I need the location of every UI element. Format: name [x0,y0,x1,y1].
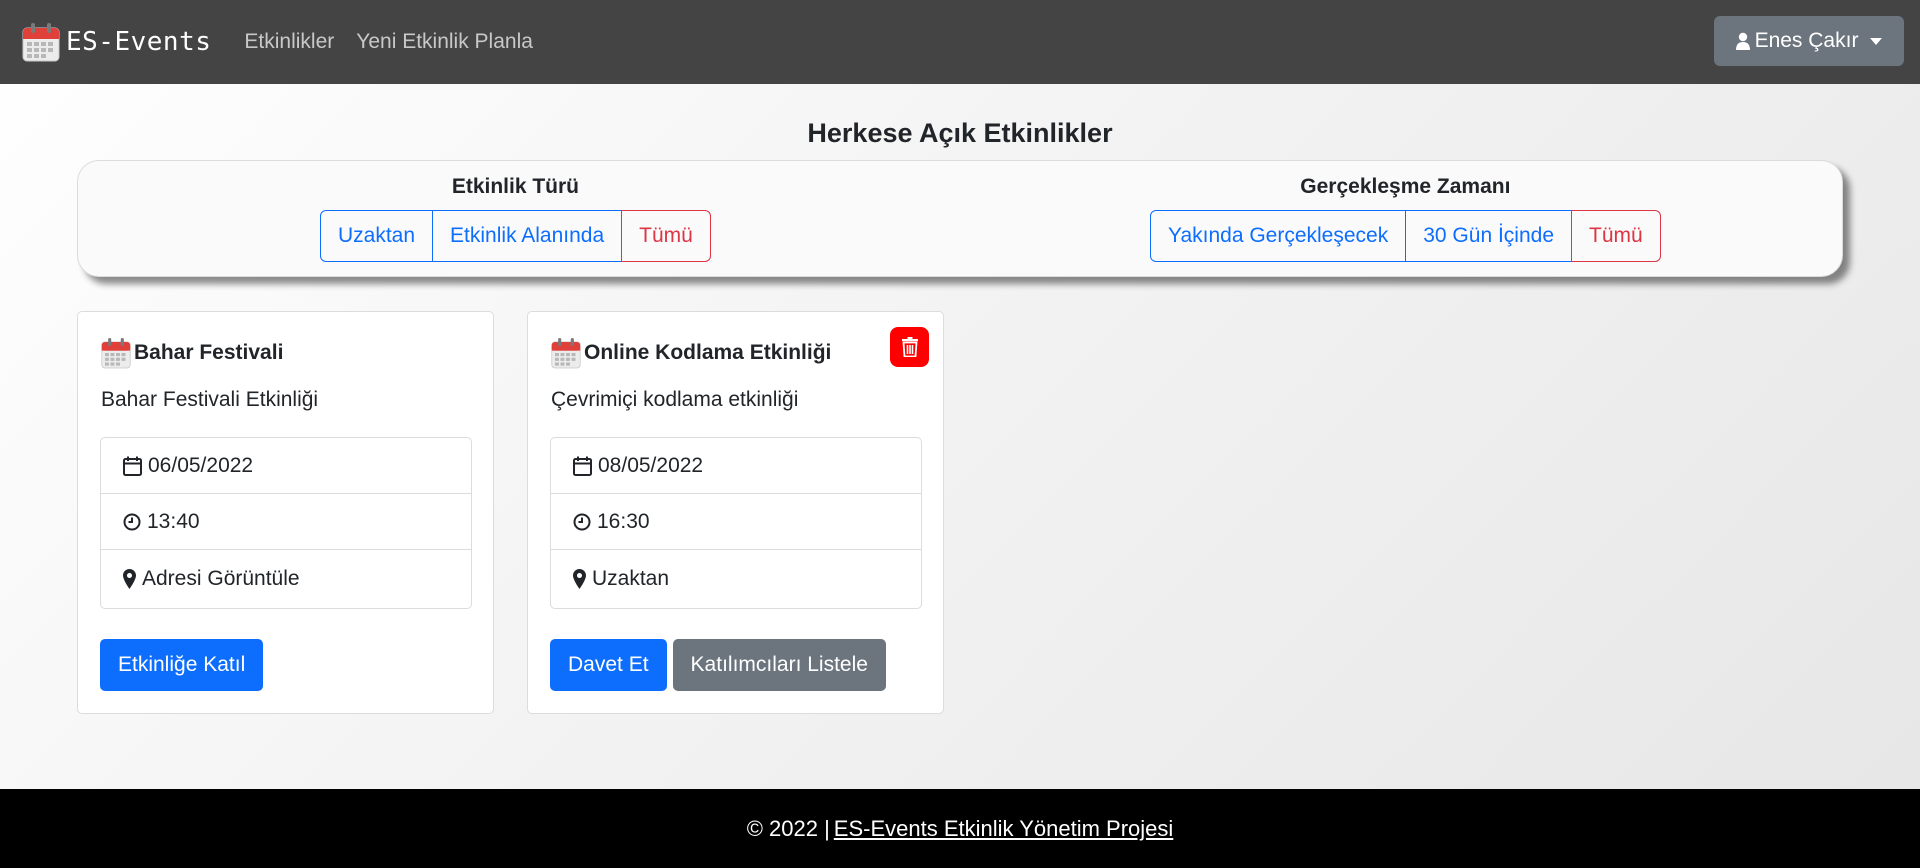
page-title: Herkese Açık Etkinlikler [807,118,1113,148]
card-header: Online Kodlama Etkinliği [551,337,831,369]
event-date: 08/05/2022 [598,453,704,477]
event-time-label: Gerçekleşme Zamanı [1300,175,1511,198]
list-participants-button[interactable]: Katılımcıları Listele [672,639,886,691]
join-event-button[interactable]: Etkinliğe Katıl [100,639,264,691]
event-time-row: 13:40 [101,494,471,550]
footer-project-link[interactable]: ES-Events Etkinlik Yönetim Projesi [834,816,1174,842]
map-marker-icon [573,569,586,589]
user-name: Enes Çakır [1754,29,1859,52]
event-description: Çevrimiçi kodlama etkinliği [551,388,799,411]
filter-onsite-button[interactable]: Etkinlik Alanında [432,210,623,262]
event-info-list: 08/05/2022 16:30 Uzaktan [550,437,922,609]
clock-icon [573,513,591,530]
event-location: Uzaktan [592,567,670,590]
event-location-row: Uzaktan [551,550,921,608]
event-date: 06/05/2022 [148,453,254,477]
calendar-logo-icon [22,23,60,62]
event-type-button-group: Uzaktan Etkinlik Alanında Tümü [320,210,711,262]
navbar: ES-Events Etkinlikler Yeni Etkinlik Plan… [0,0,1920,84]
event-card: Online Kodlama Etkinliği Çevrimiçi kodla… [527,311,944,714]
filter-time-all-button[interactable]: Tümü [1571,210,1661,262]
map-marker-icon [123,569,136,589]
event-date-row: 08/05/2022 [551,438,921,494]
nav-link-events[interactable]: Etkinlikler [244,30,334,54]
nav-link-new-event[interactable]: Yeni Etkinlik Planla [356,30,533,54]
filter-panel: Etkinlik Türü Uzaktan Etkinlik Alanında … [77,160,1843,277]
event-date-row: 06/05/2022 [101,438,471,494]
filter-type-all-button[interactable]: Tümü [621,210,711,262]
user-menu-button[interactable]: Enes Çakır [1714,16,1904,66]
event-location[interactable]: Adresi Görüntüle [142,567,300,591]
footer-copyright: © 2022 | [746,815,830,841]
event-type-label: Etkinlik Türü [451,175,580,198]
card-header: Bahar Festivali [101,337,283,369]
invite-button[interactable]: Davet Et [550,639,667,691]
card-actions: Davet Et Katılımcıları Listele [550,639,886,691]
brand-link[interactable]: ES-Events [22,22,211,62]
event-time-row: 16:30 [551,494,921,550]
trash-icon [901,337,918,357]
calendar-outline-icon [123,456,142,476]
event-type-filter: Etkinlik Türü Uzaktan Etkinlik Alanında … [320,175,711,262]
event-time: 13:40 [147,509,200,533]
footer: © 2022 | ES-Events Etkinlik Yönetim Proj… [0,789,1920,868]
filter-remote-button[interactable]: Uzaktan [320,210,434,262]
delete-event-button[interactable] [890,327,929,367]
chevron-down-icon [1870,37,1883,45]
calendar-icon [551,338,581,369]
event-time-filter: Gerçekleşme Zamanı Yakında Gerçekleşecek… [1150,175,1661,262]
event-description: Bahar Festivali Etkinliği [101,388,319,411]
event-time-button-group: Yakında Gerçekleşecek 30 Gün İçinde Tümü [1150,210,1661,262]
clock-icon [123,513,141,530]
event-info-list: 06/05/2022 13:40 Adresi Görüntüle [100,437,472,609]
event-title: Bahar Festivali [134,341,284,364]
filter-30-days-button[interactable]: 30 Gün İçinde [1405,210,1572,262]
event-title: Online Kodlama Etkinliği [584,341,832,364]
event-time: 16:30 [597,509,650,533]
event-location-row[interactable]: Adresi Görüntüle [101,550,471,608]
calendar-icon [101,338,131,369]
event-card: Bahar Festivali Bahar Festivali Etkinliğ… [77,311,494,714]
filter-upcoming-button[interactable]: Yakında Gerçekleşecek [1150,210,1407,262]
calendar-outline-icon [573,456,592,476]
user-icon [1735,32,1750,50]
brand-name: ES-Events [66,27,212,57]
card-actions: Etkinliğe Katıl [100,639,264,691]
